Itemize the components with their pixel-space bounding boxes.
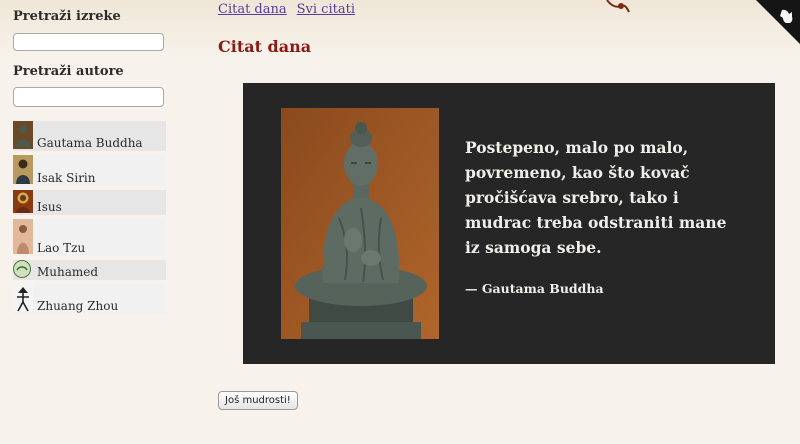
author-list: Gautama Buddha Isak Sirin Isus Lao Tzu M…: [13, 121, 166, 318]
isaac-portrait-icon: [13, 155, 33, 184]
lao-tzu-portrait-icon: [13, 219, 33, 254]
author-name: Lao Tzu: [37, 241, 86, 255]
more-wisdom-button[interactable]: Još mudrosti!: [218, 391, 298, 410]
quote-card: Postepeno, malo po malo, povremeno, kao …: [243, 83, 775, 364]
ornament-icon: [606, 0, 630, 13]
nav-link-quote-of-day[interactable]: Citat dana: [218, 2, 287, 17]
search-quotes-label: Pretraži izreke: [13, 9, 121, 24]
jesus-icon-portrait-icon: [13, 190, 33, 213]
author-item-gautama-buddha[interactable]: Gautama Buddha: [13, 121, 166, 155]
author-item-muhamed[interactable]: Muhamed: [13, 260, 166, 284]
author-name: Isak Sirin: [37, 171, 96, 185]
author-item-zhuang-zhou[interactable]: Zhuang Zhou: [13, 284, 166, 318]
author-item-isus[interactable]: Isus: [13, 190, 166, 219]
buddha-portrait-icon: [13, 121, 33, 149]
github-corner-icon[interactable]: [752, 0, 800, 48]
calligraphy-seal-icon: [13, 260, 31, 278]
author-name: Gautama Buddha: [37, 136, 143, 150]
author-name: Zhuang Zhou: [37, 299, 119, 313]
search-authors-input[interactable]: [13, 87, 164, 107]
quote-author: — Gautama Buddha: [465, 281, 604, 296]
quote-text: Postepeno, malo po malo, povremeno, kao …: [465, 138, 727, 257]
nav-link-all-quotes[interactable]: Svi citati: [297, 2, 355, 17]
page-title: Citat dana: [218, 37, 312, 56]
zhuang-zhou-figure-icon: [13, 284, 33, 312]
buddha-statue-image: [281, 108, 439, 339]
author-name: Isus: [37, 200, 62, 214]
author-item-isak-sirin[interactable]: Isak Sirin: [13, 155, 166, 190]
top-nav: Citat dana Svi citati: [218, 2, 365, 17]
search-quotes-input[interactable]: [13, 33, 164, 51]
author-name: Muhamed: [37, 265, 99, 279]
author-item-lao-tzu[interactable]: Lao Tzu: [13, 219, 166, 260]
search-authors-label: Pretraži autore: [13, 64, 124, 79]
